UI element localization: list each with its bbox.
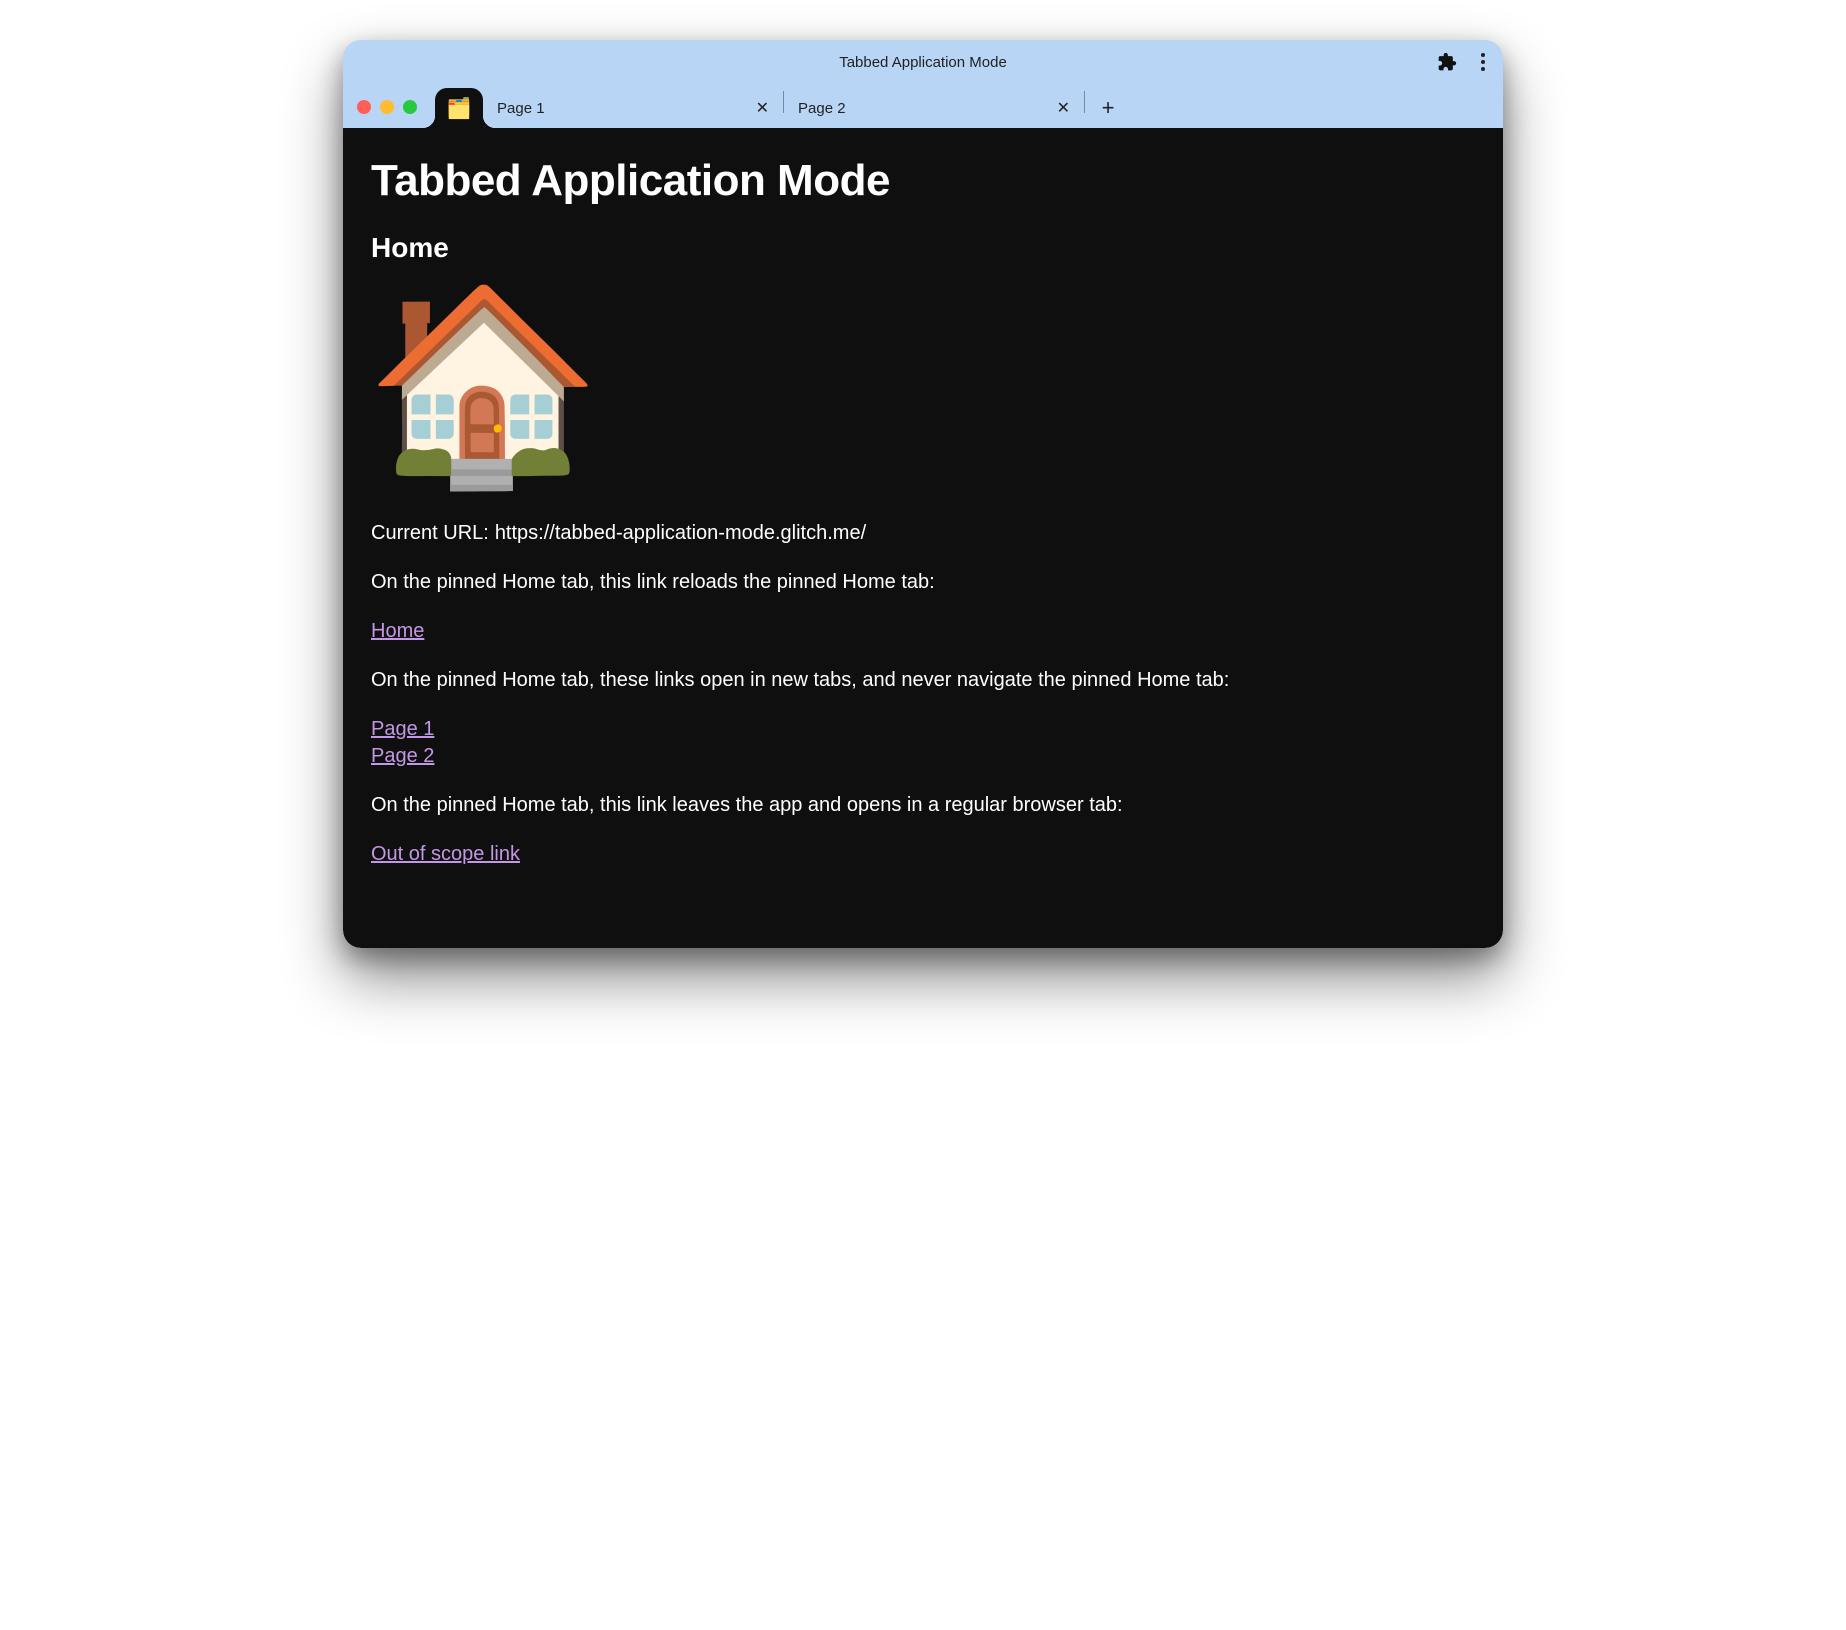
- new-tab-button[interactable]: +: [1091, 91, 1125, 125]
- tab-page-2[interactable]: Page 2 ✕: [784, 88, 1084, 128]
- link-page-1[interactable]: Page 1: [371, 716, 1475, 743]
- tab-label: Page 2: [798, 100, 1047, 117]
- paragraph-reload: On the pinned Home tab, this link reload…: [371, 569, 1475, 596]
- close-window-button[interactable]: [357, 100, 371, 114]
- current-url-line: Current URL: https://tabbed-application-…: [371, 520, 1475, 547]
- close-icon[interactable]: ✕: [756, 98, 769, 118]
- app-window: Tabbed Application Mode 🗂️ Page 1 ✕ Page…: [343, 40, 1503, 948]
- extensions-icon[interactable]: [1437, 52, 1457, 72]
- link-out-of-scope[interactable]: Out of scope link: [371, 841, 1475, 868]
- tab-page-1[interactable]: Page 1 ✕: [483, 88, 783, 128]
- tabstrip: 🗂️ Page 1 ✕ Page 2 ✕ +: [343, 84, 1503, 128]
- minimize-window-button[interactable]: [380, 100, 394, 114]
- maximize-window-button[interactable]: [403, 100, 417, 114]
- house-icon: 🏠: [365, 290, 1475, 480]
- page-content: Tabbed Application Mode Home 🏠 Current U…: [343, 128, 1503, 948]
- page-subtitle: Home: [371, 232, 1475, 264]
- folder-icon: 🗂️: [447, 96, 472, 121]
- page-title: Tabbed Application Mode: [371, 156, 1475, 206]
- paragraph-newtabs: On the pinned Home tab, these links open…: [371, 667, 1475, 694]
- current-url-value: https://tabbed-application-mode.glitch.m…: [495, 520, 866, 547]
- titlebar-actions: [1437, 40, 1489, 84]
- plus-icon: +: [1102, 95, 1115, 121]
- menu-icon[interactable]: [1477, 49, 1489, 75]
- window-controls: [357, 100, 417, 114]
- paragraph-outofscope: On the pinned Home tab, this link leaves…: [371, 792, 1475, 819]
- close-icon[interactable]: ✕: [1057, 98, 1070, 118]
- pinned-home-tab[interactable]: 🗂️: [435, 88, 483, 128]
- tab-label: Page 1: [497, 100, 746, 117]
- link-page-2[interactable]: Page 2: [371, 743, 1475, 770]
- titlebar: Tabbed Application Mode: [343, 40, 1503, 84]
- tab-separator: [1084, 91, 1085, 113]
- window-title: Tabbed Application Mode: [839, 54, 1007, 71]
- current-url-label: Current URL:: [371, 520, 489, 547]
- link-home[interactable]: Home: [371, 618, 1475, 645]
